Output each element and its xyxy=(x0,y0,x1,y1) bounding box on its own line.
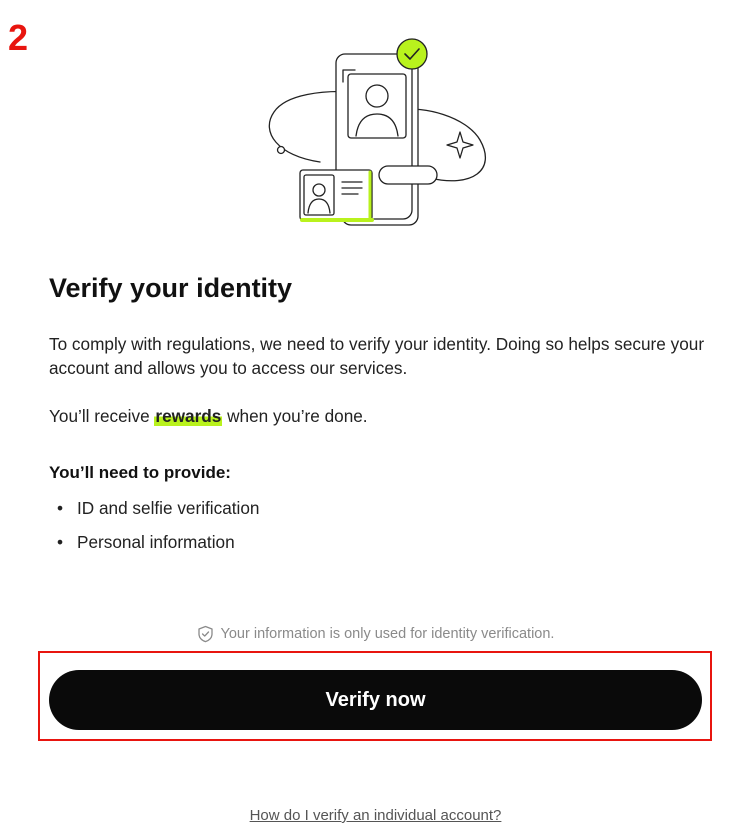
help-link-container: How do I verify an individual account? xyxy=(0,806,751,826)
list-item: • ID and selfie verification xyxy=(49,496,259,530)
page-title: Verify your identity xyxy=(49,273,293,303)
rewards-highlight: rewards xyxy=(154,406,223,426)
shield-check-icon xyxy=(197,625,213,643)
verify-now-button[interactable]: Verify now xyxy=(49,670,702,730)
bullet: • xyxy=(57,532,64,552)
list-item: • Personal information xyxy=(49,530,259,564)
list-item-label: ID and selfie verification xyxy=(77,498,260,518)
requirements-list: • ID and selfie verification • Personal … xyxy=(49,496,259,564)
intro-text: To comply with regulations, we need to v… xyxy=(49,334,705,378)
privacy-note: Your information is only used for identi… xyxy=(0,624,751,644)
phone-button xyxy=(378,165,438,185)
step-number-annotation: 2 xyxy=(8,17,29,58)
list-item-label: Personal information xyxy=(77,532,235,552)
rewards-text: You’ll receive rewards when you’re done. xyxy=(49,404,709,428)
id-card xyxy=(299,169,373,221)
id-verification-illustration xyxy=(268,38,486,226)
check-badge xyxy=(396,38,428,70)
how-to-verify-link[interactable]: How do I verify an individual account? xyxy=(250,807,502,824)
rewards-suffix: when you’re done. xyxy=(222,406,368,426)
rewards-prefix: You’ll receive xyxy=(49,406,155,426)
requirements-heading: You’ll need to provide: xyxy=(49,463,231,482)
privacy-note-text: Your information is only used for identi… xyxy=(220,626,555,642)
bullet: • xyxy=(57,498,64,518)
